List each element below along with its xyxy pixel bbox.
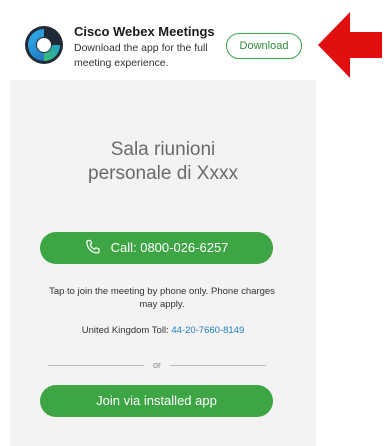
- call-button[interactable]: Call: 0800-026-6257: [40, 232, 273, 264]
- webex-logo-icon: [25, 26, 63, 64]
- phone-join-note: Tap to join the meeting by phone only. P…: [22, 285, 302, 311]
- room-title-line1: Sala riunioni: [110, 139, 216, 160]
- note-line1: Tap to join the meeting by phone only. P…: [49, 286, 275, 297]
- toll-label: United Kingdom Toll:: [81, 325, 169, 336]
- room-title: Sala riunioni personale di Xxxx: [10, 138, 316, 186]
- app-name: Cisco Webex Meetings: [74, 24, 215, 39]
- red-arrow-icon: [318, 12, 382, 78]
- toll-number-link[interactable]: 44-20-7660-8149: [171, 325, 244, 336]
- download-button[interactable]: Download: [226, 33, 302, 59]
- room-title-line2: personale di Xxxx: [88, 163, 238, 184]
- meeting-panel: Sala riunioni personale di Xxxx Call: 08…: [10, 80, 316, 446]
- call-label: Call: 0800-026-6257: [110, 240, 229, 255]
- app-download-banner: Cisco Webex Meetings Download the app fo…: [10, 0, 316, 80]
- banner-subtitle-line2: meeting experience.: [74, 57, 169, 69]
- banner-subtitle-line1: Download the app for the full: [74, 42, 208, 54]
- toll-info: United Kingdom Toll: 44-20-7660-8149: [10, 325, 316, 336]
- join-app-button[interactable]: Join via installed app: [40, 385, 273, 417]
- phone-icon: [85, 239, 100, 254]
- or-divider: or: [48, 359, 266, 371]
- note-line2: may apply.: [139, 299, 185, 310]
- divider-line-right: [170, 365, 266, 366]
